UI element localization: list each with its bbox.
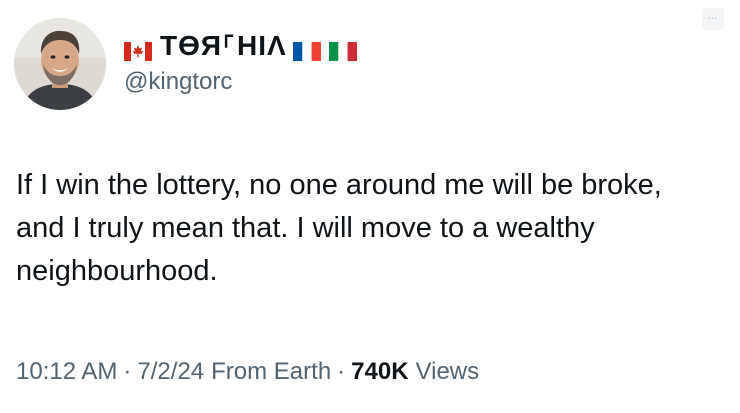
avatar[interactable]: [14, 18, 106, 110]
tweet-card: TӨЯ⸀HIΛ @kingtorc … If I win the lottery…: [0, 0, 740, 413]
tweet-time[interactable]: 10:12 AM: [16, 358, 117, 386]
meta-separator: ·: [123, 358, 132, 385]
meta-separator: ·: [337, 358, 346, 385]
tweet-text: If I win the lottery, no one around me w…: [16, 169, 662, 287]
more-icon: …: [707, 11, 719, 22]
tweet-date[interactable]: 7/2/24: [137, 358, 204, 386]
canada-flag-icon: [124, 36, 152, 61]
views-label: Views: [415, 358, 480, 385]
views-count[interactable]: 740K: [351, 358, 408, 386]
france-flag-icon: [292, 36, 321, 61]
profile-photo: [14, 18, 106, 110]
tweet-source: From Earth: [211, 358, 332, 385]
display-name: TӨЯ⸀HIΛ: [160, 30, 287, 61]
italy-flag-icon: [328, 36, 357, 61]
user-handle[interactable]: @kingtorc: [124, 68, 357, 96]
tweet-meta: 10:12 AM · 7/2/24 From Earth · 740K View…: [16, 358, 479, 386]
tweet-header: TӨЯ⸀HIΛ @kingtorc: [124, 28, 357, 96]
more-options-button[interactable]: …: [702, 8, 724, 30]
display-name-row[interactable]: TӨЯ⸀HIΛ: [124, 28, 357, 62]
